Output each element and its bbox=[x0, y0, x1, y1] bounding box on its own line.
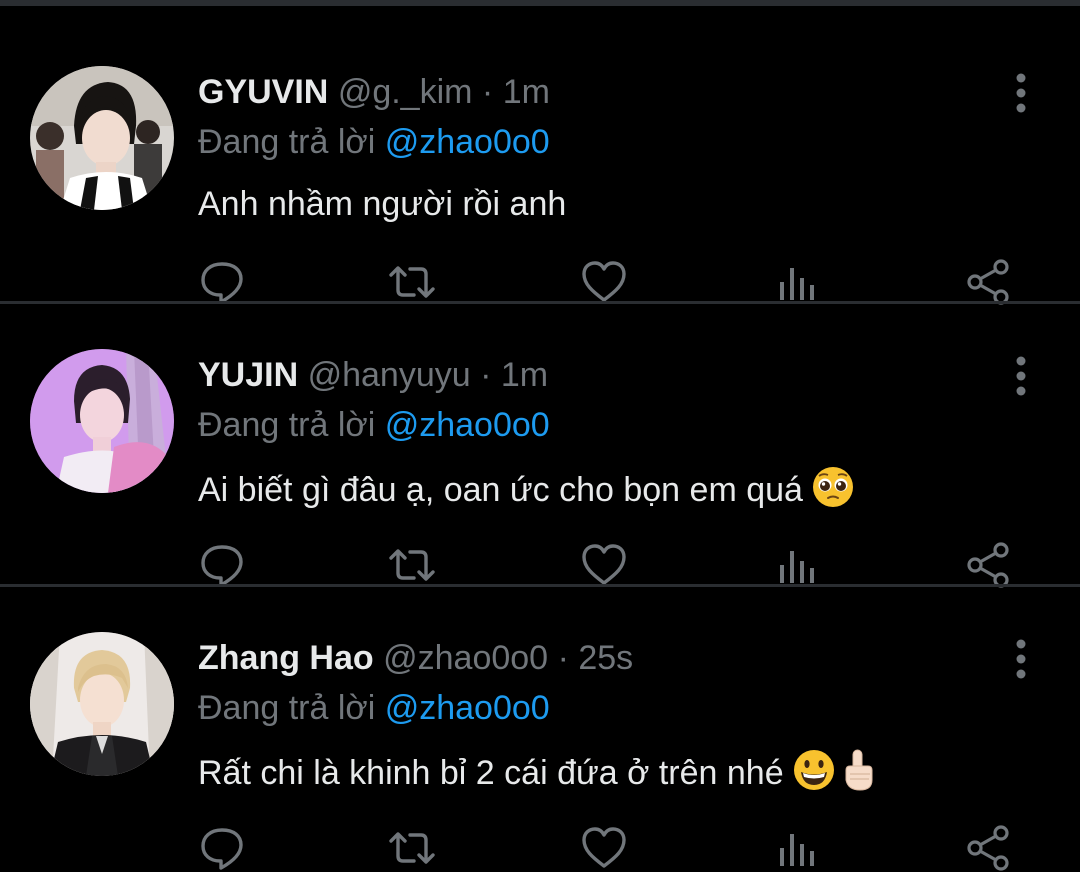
like-icon[interactable] bbox=[580, 258, 628, 306]
avatar[interactable] bbox=[30, 632, 174, 776]
tweet-item[interactable]: Zhang Hao @zhao0o0 · 25s Đang trả lời @z… bbox=[0, 588, 1080, 872]
avatar[interactable] bbox=[30, 349, 174, 493]
reply-icon[interactable] bbox=[198, 258, 246, 306]
separator-dot: · bbox=[557, 639, 569, 677]
user-handle[interactable]: @zhao0o0 bbox=[383, 639, 548, 677]
analytics-icon[interactable] bbox=[772, 258, 820, 306]
display-name[interactable]: Zhang Hao bbox=[198, 639, 374, 677]
reply-icon[interactable] bbox=[198, 541, 246, 589]
timestamp[interactable]: 1m bbox=[503, 73, 550, 111]
user-handle[interactable]: @hanyuyu bbox=[308, 356, 471, 394]
more-options-icon[interactable] bbox=[1006, 72, 1036, 114]
tweet-divider bbox=[0, 584, 1080, 587]
share-icon[interactable] bbox=[964, 541, 1012, 589]
action-bar bbox=[0, 824, 1080, 872]
tweet-header: Zhang Hao @zhao0o0 · 25s bbox=[198, 636, 633, 680]
replying-to: Đang trả lời @zhao0o0 bbox=[198, 403, 550, 447]
mention-link[interactable]: @zhao0o0 bbox=[385, 123, 550, 161]
more-options-icon[interactable] bbox=[1006, 355, 1036, 397]
tweet-text-content: Anh nhầm người rồi anh bbox=[198, 185, 567, 223]
mention-link[interactable]: @zhao0o0 bbox=[385, 689, 550, 727]
replying-prefix: Đang trả lời bbox=[198, 123, 376, 161]
replying-prefix: Đang trả lời bbox=[198, 406, 376, 444]
top-divider bbox=[0, 0, 1080, 6]
replying-to: Đang trả lời @zhao0o0 bbox=[198, 686, 550, 730]
tweet-text-content: Rất chi là khinh bỉ 2 cái đứa ở trên nhé bbox=[198, 754, 784, 792]
retweet-icon[interactable] bbox=[388, 824, 436, 872]
tweet-item[interactable]: GYUVIN @g._kim · 1m Đang trả lời @zhao0o… bbox=[0, 22, 1080, 306]
display-name[interactable]: YUJIN bbox=[198, 356, 298, 394]
action-bar bbox=[0, 541, 1080, 589]
retweet-icon[interactable] bbox=[388, 541, 436, 589]
share-icon[interactable] bbox=[964, 824, 1012, 872]
replying-to: Đang trả lời @zhao0o0 bbox=[198, 120, 550, 164]
reply-icon[interactable] bbox=[198, 824, 246, 872]
pointing-up-emoji bbox=[838, 748, 878, 803]
separator-dot: · bbox=[480, 356, 492, 394]
grinning-face-emoji bbox=[792, 748, 836, 803]
share-icon[interactable] bbox=[964, 258, 1012, 306]
replying-prefix: Đang trả lời bbox=[198, 689, 376, 727]
avatar[interactable] bbox=[30, 66, 174, 210]
tweet-item[interactable]: YUJIN @hanyuyu · 1m Đang trả lời @zhao0o… bbox=[0, 305, 1080, 589]
tweet-text-content: Ai biết gì đâu ạ, oan ức cho bọn em quá bbox=[198, 471, 803, 509]
timestamp[interactable]: 1m bbox=[501, 356, 548, 394]
like-icon[interactable] bbox=[580, 824, 628, 872]
timestamp[interactable]: 25s bbox=[578, 639, 633, 677]
analytics-icon[interactable] bbox=[772, 541, 820, 589]
more-options-icon[interactable] bbox=[1006, 638, 1036, 680]
retweet-icon[interactable] bbox=[388, 258, 436, 306]
tweet-text: Ai biết gì đâu ạ, oan ức cho bọn em quá bbox=[198, 465, 855, 520]
tweet-header: GYUVIN @g._kim · 1m bbox=[198, 70, 550, 114]
display-name[interactable]: GYUVIN bbox=[198, 73, 328, 111]
separator-dot: · bbox=[481, 73, 494, 111]
tweet-header: YUJIN @hanyuyu · 1m bbox=[198, 353, 548, 397]
tweet-divider bbox=[0, 301, 1080, 304]
pleading-face-emoji bbox=[811, 465, 855, 520]
like-icon[interactable] bbox=[580, 541, 628, 589]
tweet-text: Anh nhầm người rồi anh bbox=[198, 182, 566, 226]
user-handle[interactable]: @g._kim bbox=[338, 73, 473, 111]
action-bar bbox=[0, 258, 1080, 306]
analytics-icon[interactable] bbox=[772, 824, 820, 872]
mention-link[interactable]: @zhao0o0 bbox=[385, 406, 550, 444]
tweet-text: Rất chi là khinh bỉ 2 cái đứa ở trên nhé bbox=[198, 748, 878, 803]
